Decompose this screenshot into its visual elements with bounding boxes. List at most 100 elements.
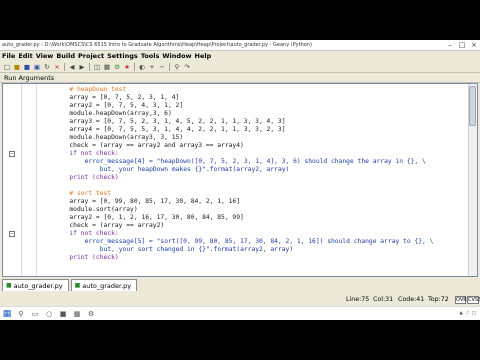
code-line: but, your sort changed in {}".format(arr… [39,246,467,254]
code-area[interactable]: # heapDown test array = [0, 7, 5, 2, 3, 1… [9,86,467,262]
search-icon[interactable]: ⚲ [15,308,27,320]
maximize-icon[interactable]: □ [456,41,468,50]
python-file-icon: ■ [74,281,81,289]
menu-edit[interactable]: Edit [18,52,32,60]
document-tabs: ■ auto_grader.py ■ auto_grader.py [2,279,138,292]
status-col: Col:31 [373,296,394,303]
code-line: error_message[4] = "heapDown([0, 7, 5, 2… [39,158,467,166]
zoom-in-icon[interactable]: + [148,63,156,71]
code-line: but, your heapDown makes {}".format(arra… [39,166,467,174]
vertical-scrollbar[interactable] [468,84,477,276]
fold-toggle-icon[interactable]: − [9,151,15,157]
code-text: module.sort(array) [69,206,138,213]
code-text: but, your sort changed in {}".format(arr… [99,246,294,253]
browser-icon[interactable]: ○ [43,308,55,320]
video-letterbox-bottom [0,320,480,360]
code-text: # sort test [69,190,112,197]
code-line: print (check) [39,174,467,182]
code-editor[interactable]: # heapDown test array = [0, 7, 5, 2, 3, 1… [2,83,478,277]
save-all-icon[interactable]: ▣ [33,63,41,71]
forward-icon[interactable]: ▶ [78,63,86,71]
code-line: error_message[5] = "sort([0, 99, 80, 85,… [39,238,467,246]
revert-icon[interactable]: ↻ [43,63,51,71]
volume-icon[interactable]: ♪ [466,311,469,316]
code-text: print (check) [69,174,119,181]
code-line: module.sort(array) [39,206,467,214]
status-top: Top:72 [428,296,449,303]
indent-guide [21,84,22,276]
task-view-icon[interactable]: ▭ [29,308,41,320]
code-text: check = (array == array2 and array3 == a… [69,142,244,149]
menu-file[interactable]: File [2,52,15,60]
close-icon[interactable]: × [468,41,480,50]
new-file-icon[interactable]: □ [3,63,11,71]
code-line: array2 = [0, 1, 2, 16, 17, 30, 80, 84, 8… [39,214,467,222]
code-text: check = (array == array2) [69,222,165,229]
status-bar: Line:75 Col:31 Code:41 Top:72 OVR CVSS [0,294,480,306]
minimize-icon[interactable]: – [444,41,456,50]
windows-taskbar: ▦ ⚲ ▭ ○ ■ ▩ ⚙ ▲ ♪ □ [0,306,480,320]
windows-start-icon[interactable]: ▦ [0,307,14,321]
build-icon[interactable]: ▦ [103,63,111,71]
find-icon[interactable]: ⚲ [173,63,181,71]
terminal-icon[interactable]: ▩ [71,308,83,320]
toolbar: □ ■ ■ ▣ ↻ × ◀ ▶ ◫ ▦ ⚙ ★ ◐ + − ⚲ ↷ [0,61,480,73]
save-icon[interactable]: ■ [23,63,31,71]
code-text: but, your heapDown makes {}".format(arra… [99,166,290,173]
menu-tools[interactable]: Tools [141,52,160,60]
toolbar-separator [64,62,65,71]
code-text: module.heapDown(array3, 3, 15) [69,134,184,141]
menu-build[interactable]: Build [56,52,75,60]
code-text: error_message[5] = "sort([0, 99, 80, 85,… [84,238,434,245]
code-line: check = (array == array2 and array3 == a… [39,142,467,150]
status-code: Code:41 [398,296,425,303]
python-file-icon: ■ [6,281,12,289]
folder-icon[interactable]: ■ [57,308,69,320]
color-chooser-icon[interactable]: ◐ [138,63,146,71]
code-line: array2 = [0, 7, 5, 4, 3, 1, 2] [39,102,467,110]
back-icon[interactable]: ◀ [68,63,76,71]
execute-icon[interactable]: ⚙ [113,63,121,71]
menu-help[interactable]: Help [195,52,212,60]
menu-bar: File Edit View Build Project Settings Tools Win… [0,51,480,61]
editor-gutter [3,84,37,276]
status-mode: OVR [455,296,467,304]
menu-project[interactable]: Project [78,52,104,60]
scrollbar-thumb[interactable] [469,86,476,126]
geany-icon[interactable]: ⚙ [85,308,97,320]
notification-icon[interactable]: □ [472,311,476,316]
code-text: array = [0, 99, 80, 85, 17, 30, 84, 2, 1… [69,198,240,205]
compile-icon[interactable]: ◫ [93,63,101,71]
run-arguments-panel[interactable]: Run Arguments [0,73,480,83]
toolbar-separator [169,62,170,71]
menu-settings[interactable]: Settings [107,52,138,60]
code-line: # heapDown test [39,86,467,94]
fold-toggle-icon[interactable]: − [9,231,15,237]
status-line: Line:75 [346,296,370,303]
tab-auto-grader-1[interactable]: ■ auto_grader.py [2,279,69,291]
tab-label: auto_grader.py [82,281,132,290]
jump-icon[interactable]: ↷ [183,63,191,71]
code-text: if not check: [69,230,119,237]
run-icon[interactable]: ★ [123,63,131,71]
window-title: auto_grader.py - D:\Work\OMSCS\CS 6515 I… [2,42,312,48]
status-encoding: CVSS [467,296,480,304]
open-file-icon[interactable]: ■ [13,63,21,71]
code-line: − if not check: [9,150,467,158]
menu-view[interactable]: View [36,52,54,60]
code-line: array = [0, 7, 5, 2, 3, 1, 4] [39,94,467,102]
code-line: module.heapDown(array3, 3, 15) [39,134,467,142]
code-text: array2 = [0, 7, 5, 4, 3, 1, 2] [69,102,184,109]
toolbar-separator [89,62,90,71]
network-icon[interactable]: ▲ [459,311,462,316]
zoom-out-icon[interactable]: − [158,63,166,71]
code-text: array2 = [0, 1, 2, 16, 17, 30, 80, 84, 8… [69,214,244,221]
tab-auto-grader-2[interactable]: ■ auto_grader.py [70,279,138,291]
code-text: print (check) [69,254,119,261]
tab-label: auto_grader.py [13,281,63,290]
code-text: module.heapDown(array,3, 6) [69,110,172,117]
close-file-icon[interactable]: × [53,63,61,71]
code-line: array = [0, 99, 80, 85, 17, 30, 84, 2, 1… [39,198,467,206]
menu-window[interactable]: Window [162,52,191,60]
